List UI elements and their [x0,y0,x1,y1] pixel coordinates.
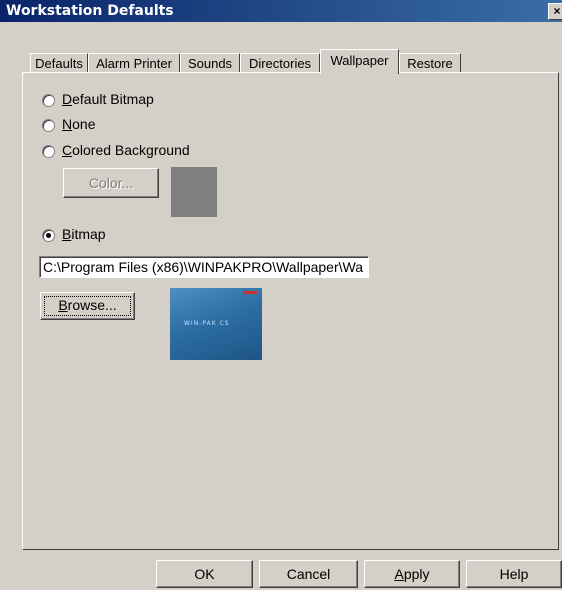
tab-directories[interactable]: Directories [240,53,320,73]
tab-restore[interactable]: Restore [399,53,461,73]
tab-alarm-printer[interactable]: Alarm Printer [88,53,180,73]
ok-button[interactable]: OK [156,560,253,588]
cancel-button[interactable]: Cancel [259,560,358,588]
close-button[interactable]: × [548,3,562,20]
help-button[interactable]: Help [466,560,562,588]
apply-button[interactable]: Apply [364,560,460,588]
tab-sounds[interactable]: Sounds [180,53,240,73]
wallpaper-panel [22,72,559,550]
window-title: Workstation Defaults [6,3,174,19]
close-icon: × [553,4,561,18]
tab-wallpaper[interactable]: Wallpaper [320,49,399,74]
title-bar: Workstation Defaults × [0,0,562,22]
tab-defaults[interactable]: Defaults [30,53,88,73]
